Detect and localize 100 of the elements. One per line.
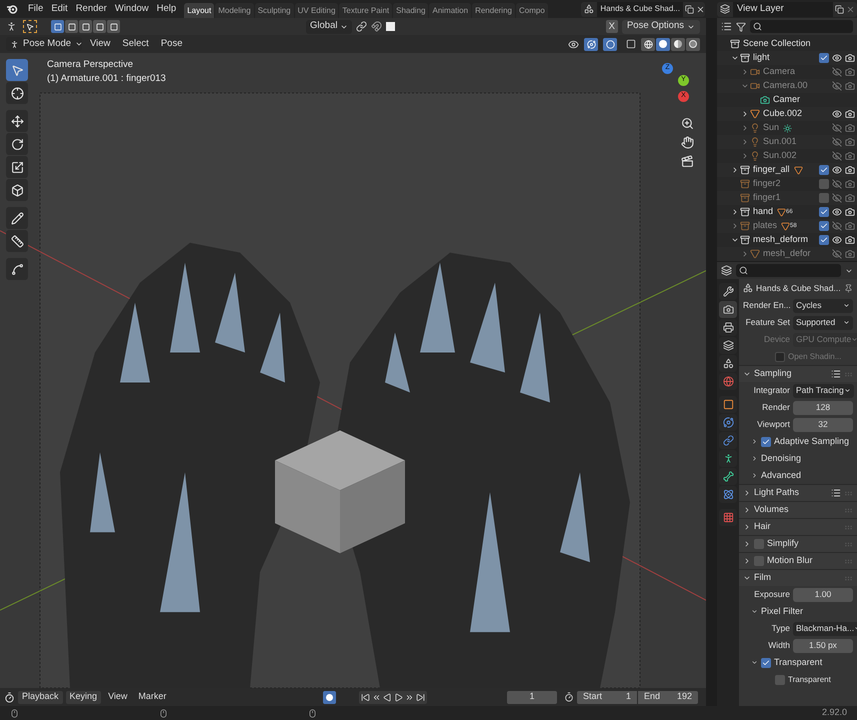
workspace-tab[interactable]: Texture Paint [339,3,392,18]
menu-item[interactable]: File [24,2,48,16]
shading-mode-button[interactable] [641,38,655,50]
outliner-item[interactable]: Camera [763,65,796,79]
dropdown[interactable]: Blackman-Ha... [793,622,857,636]
properties-tab[interactable] [719,486,737,503]
subpanel-header[interactable]: Advanced [761,468,802,482]
checkbox[interactable] [819,221,829,231]
shading-mode-button[interactable] [656,38,670,50]
workspace-tab[interactable]: Shading [393,3,428,18]
properties-tab[interactable] [719,319,737,336]
panel-header[interactable]: Hair [754,520,771,534]
properties-tab[interactable] [719,396,737,413]
tool-button[interactable] [6,230,28,252]
panel-header[interactable]: Film [754,571,771,585]
checkbox[interactable] [819,207,829,217]
dropdown[interactable]: Cycles [793,298,853,312]
checkbox[interactable] [754,556,764,566]
selection-mode-button[interactable] [93,20,106,33]
overlay-toggle[interactable] [603,38,617,50]
scene-name-field[interactable]: Hands & Cube Shad... [597,2,683,16]
workspace-tab[interactable]: UV Editing [294,3,338,18]
dropdown[interactable]: Supported [793,316,853,330]
checkbox[interactable] [819,193,829,203]
outliner-item[interactable]: Sun [763,121,780,135]
checkbox[interactable] [819,179,829,189]
outliner-item[interactable]: mesh_deform [753,233,808,247]
menu-item[interactable]: Playback [18,690,63,704]
outliner-item[interactable]: finger_all [753,163,790,177]
tool-button[interactable] [6,133,28,155]
workspace-tab[interactable]: Compo [516,3,548,18]
tool-button[interactable] [6,258,28,280]
properties-tab[interactable] [719,414,737,431]
selection-mode-button[interactable] [51,20,64,33]
checkbox[interactable] [761,658,771,668]
search-field[interactable] [736,264,841,277]
selection-mode-button[interactable] [107,20,120,33]
number-field[interactable]: 32 [793,418,853,432]
tool-button[interactable] [6,156,28,178]
current-frame-field[interactable]: 1 [507,690,557,704]
menu-item[interactable]: Keying [66,690,102,704]
menu-item[interactable]: Render [72,2,111,16]
outliner-item[interactable]: Camer [773,93,800,107]
orientation-dropdown[interactable]: Global [306,20,352,34]
number-field[interactable]: 128 [793,400,853,414]
menu-item[interactable]: View [104,690,132,704]
menu-item[interactable]: Marker [134,690,170,704]
menu-item[interactable]: Pose [156,36,186,52]
auto-keying-button[interactable] [323,690,336,704]
pose-options-dropdown[interactable]: Pose Options [622,20,700,34]
outliner-item[interactable]: light [753,51,770,65]
search-field[interactable] [750,20,853,33]
dropdown[interactable]: Path Tracing [793,384,854,398]
subpanel-header[interactable]: Adaptive Sampling [774,434,850,448]
checkbox[interactable] [819,235,829,245]
end-frame-field[interactable]: End 192 [638,690,698,704]
workspace-tab[interactable]: Animation [429,3,472,18]
shading-mode-button[interactable] [671,38,685,50]
tool-button[interactable] [6,59,28,81]
selection-mode-button[interactable] [65,20,78,33]
menu-item[interactable]: View [86,36,114,52]
workspace-tab[interactable]: Layout [184,3,214,18]
mirror-toggle[interactable]: X [606,20,618,33]
outliner-item[interactable]: Cube.002 [763,107,802,121]
outliner-item[interactable]: plates [753,219,778,233]
menu-item[interactable]: Help [152,2,180,16]
logo-icon[interactable] [6,3,18,15]
mode-dropdown[interactable]: Pose Mode [6,37,82,51]
properties-tab[interactable] [719,432,737,449]
number-field[interactable]: 1.00 [793,588,853,602]
checkbox[interactable] [819,53,829,63]
outliner-item[interactable]: finger1 [753,191,781,205]
properties-tab[interactable] [719,283,737,300]
menu-item[interactable]: Window [110,2,153,16]
menu-item[interactable]: Edit [47,2,72,16]
subpanel-header[interactable]: Denoising [761,452,802,466]
properties-tab[interactable] [719,468,737,485]
number-field[interactable]: 1.50 px [793,638,853,652]
start-frame-field[interactable]: Start 1 [577,690,637,704]
workspace-tab[interactable]: Modeling [215,3,254,18]
outliner-item[interactable]: finger2 [753,177,781,191]
menu-item[interactable]: Select [118,36,153,52]
properties-tab[interactable] [719,301,737,318]
tool-button[interactable] [6,207,28,229]
outliner-item[interactable]: Camera.00 [763,79,808,93]
outliner-item[interactable]: Sun.002 [763,149,797,163]
shading-mode-button[interactable] [686,38,700,50]
checkbox[interactable] [775,674,785,684]
select-tool-button[interactable] [23,20,37,33]
outliner-item[interactable]: Sun.001 [763,135,797,149]
properties-tab[interactable] [719,355,737,372]
tool-button[interactable] [6,82,28,104]
tool-button[interactable] [6,110,28,132]
checkbox[interactable] [761,436,771,446]
subpanel-header[interactable]: Pixel Filter [761,604,804,618]
properties-tab[interactable] [719,337,737,354]
view-layer-field[interactable]: View Layer [733,2,833,16]
workspace-tab[interactable]: Rendering [472,3,515,18]
checkbox[interactable] [819,165,829,175]
subpanel-header[interactable]: Transparent [774,656,822,670]
